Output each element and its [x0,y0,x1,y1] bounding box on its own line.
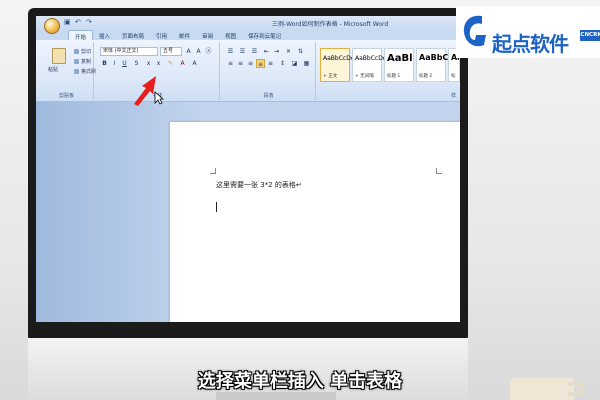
shading-icon[interactable]: ◪ [290,59,299,68]
video-caption: 选择菜单栏插入 单击表格 [197,371,403,392]
document-text: 这里需要一张 3*2 的表格↵ [216,181,302,189]
quick-access-toolbar: ▣ ↶ ↷ [64,18,94,26]
tab-mailings[interactable]: 邮件 [173,30,196,40]
tab-home[interactable]: 开始 [68,30,94,41]
logo-text: 起点软件 [492,32,569,56]
styles-group: AaBbCcDd + 正文 AaBbCcDd + 无间隔 AaBl 标题 1 A… [318,42,460,100]
document-area: 这里需要一张 3*2 的表格↵ [36,102,460,322]
shrink-font-icon[interactable]: A [194,47,203,56]
font-size-select[interactable]: 五号 [160,47,182,56]
line-spacing-icon[interactable]: ↕ [278,59,287,68]
ribbon-tabs: 开始 插入 页面布局 引用 邮件 审阅 视图 保存到云笔记 [36,30,460,41]
highlight-icon[interactable]: ✎ [166,59,175,68]
logo-g-icon [463,15,486,47]
decrease-indent-icon[interactable]: ⇤ [262,47,271,56]
mouse-pointer-icon [154,91,164,105]
clear-format-icon[interactable]: ⓐ [204,47,213,56]
bullets-icon[interactable]: ☰ [226,47,235,56]
brush-icon [74,69,79,74]
office-button[interactable] [44,18,60,34]
margin-mark [436,168,442,174]
increase-indent-icon[interactable]: ⇥ [272,47,281,56]
style-normal[interactable]: AaBbCcDd + 正文 [320,48,355,82]
multilevel-list-icon[interactable]: ☰ [250,47,259,56]
style-heading-2[interactable]: AaBbC 标题 2 [416,48,448,82]
word-window: ▣ ↶ ↷ 三例-Word如何制作表格 - Microsoft Word 开始 … [36,16,460,322]
redo-icon[interactable]: ↷ [86,18,94,26]
cut-button[interactable]: 剪切 [74,48,91,55]
tab-review[interactable]: 审阅 [196,30,219,40]
title-bar: ▣ ↶ ↷ 三例-Word如何制作表格 - Microsoft Word [36,16,460,30]
strikethrough-icon[interactable]: S [132,59,141,68]
align-left-icon[interactable]: ≡ [226,59,235,68]
char-shading-icon[interactable]: A [190,59,199,68]
tab-page-layout[interactable]: 页面布局 [116,30,150,40]
tab-view[interactable]: 视图 [219,30,242,40]
window-title: 三例-Word如何制作表格 - Microsoft Word [272,21,389,28]
save-icon[interactable]: ▣ [64,18,72,26]
paste-icon[interactable] [52,48,66,64]
justify-icon[interactable]: ≡ [256,59,265,68]
paragraph-group-label: 段落 [263,93,274,99]
tab-save-cloud-note[interactable]: 保存到云笔记 [242,30,287,40]
grow-font-icon[interactable]: A [184,47,193,56]
logo-badge: CNCRK [580,30,600,41]
format-painter-button[interactable]: 格式刷 [74,68,96,75]
copy-button[interactable]: 复制 [74,58,91,65]
monitor-stand [216,392,336,400]
chinese-layout-icon[interactable]: ✕ [284,47,293,56]
margin-mark [210,168,216,174]
clipboard-group-label: 剪贴板 [58,93,74,99]
brand-logo: 起点软件 CNCRK [456,6,600,58]
distribute-icon[interactable]: ≡ [266,59,275,68]
sort-icon[interactable]: ⇅ [296,47,305,56]
style-heading-1[interactable]: AaBl 标题 1 [384,48,414,82]
style-no-spacing[interactable]: AaBbCcDd + 无间隔 [352,48,387,82]
font-name-select[interactable]: 宋体 (中文正文) [100,47,158,56]
text-cursor [216,202,217,212]
clipboard-group: 粘贴 剪切 复制 格式刷 剪贴板 [40,42,96,100]
tab-references[interactable]: 引用 [150,30,173,40]
italic-icon[interactable]: I [110,59,119,68]
borders-icon[interactable]: ▦ [302,59,311,68]
subscript-icon[interactable]: x [144,59,153,68]
paragraph-group: ☰ ☰ ☰ ⇤ ⇥ ✕ ⇅ ≡ ≡ ≡ ≡ ≡ ↕ ◪ ▦ 段落 [222,42,316,100]
scissors-icon [74,49,79,54]
ribbon: 粘贴 剪切 复制 格式刷 剪贴板 宋体 (中文正文) 五号 A A ⓐ B I … [36,40,460,102]
font-color-icon[interactable]: A [178,59,187,68]
underline-icon[interactable]: U [120,59,129,68]
copy-icon [74,59,79,64]
superscript-icon[interactable]: x [154,59,163,68]
align-right-icon[interactable]: ≡ [246,59,255,68]
align-center-icon[interactable]: ≡ [236,59,245,68]
tab-insert[interactable]: 插入 [93,30,116,40]
undo-icon[interactable]: ↶ [75,18,83,26]
numbering-icon[interactable]: ☰ [238,47,247,56]
paste-button[interactable]: 粘贴 [48,66,58,73]
document-page[interactable]: 这里需要一张 3*2 的表格↵ [170,122,460,322]
bold-icon[interactable]: B [100,59,109,68]
styles-group-label: 样 [450,93,456,99]
